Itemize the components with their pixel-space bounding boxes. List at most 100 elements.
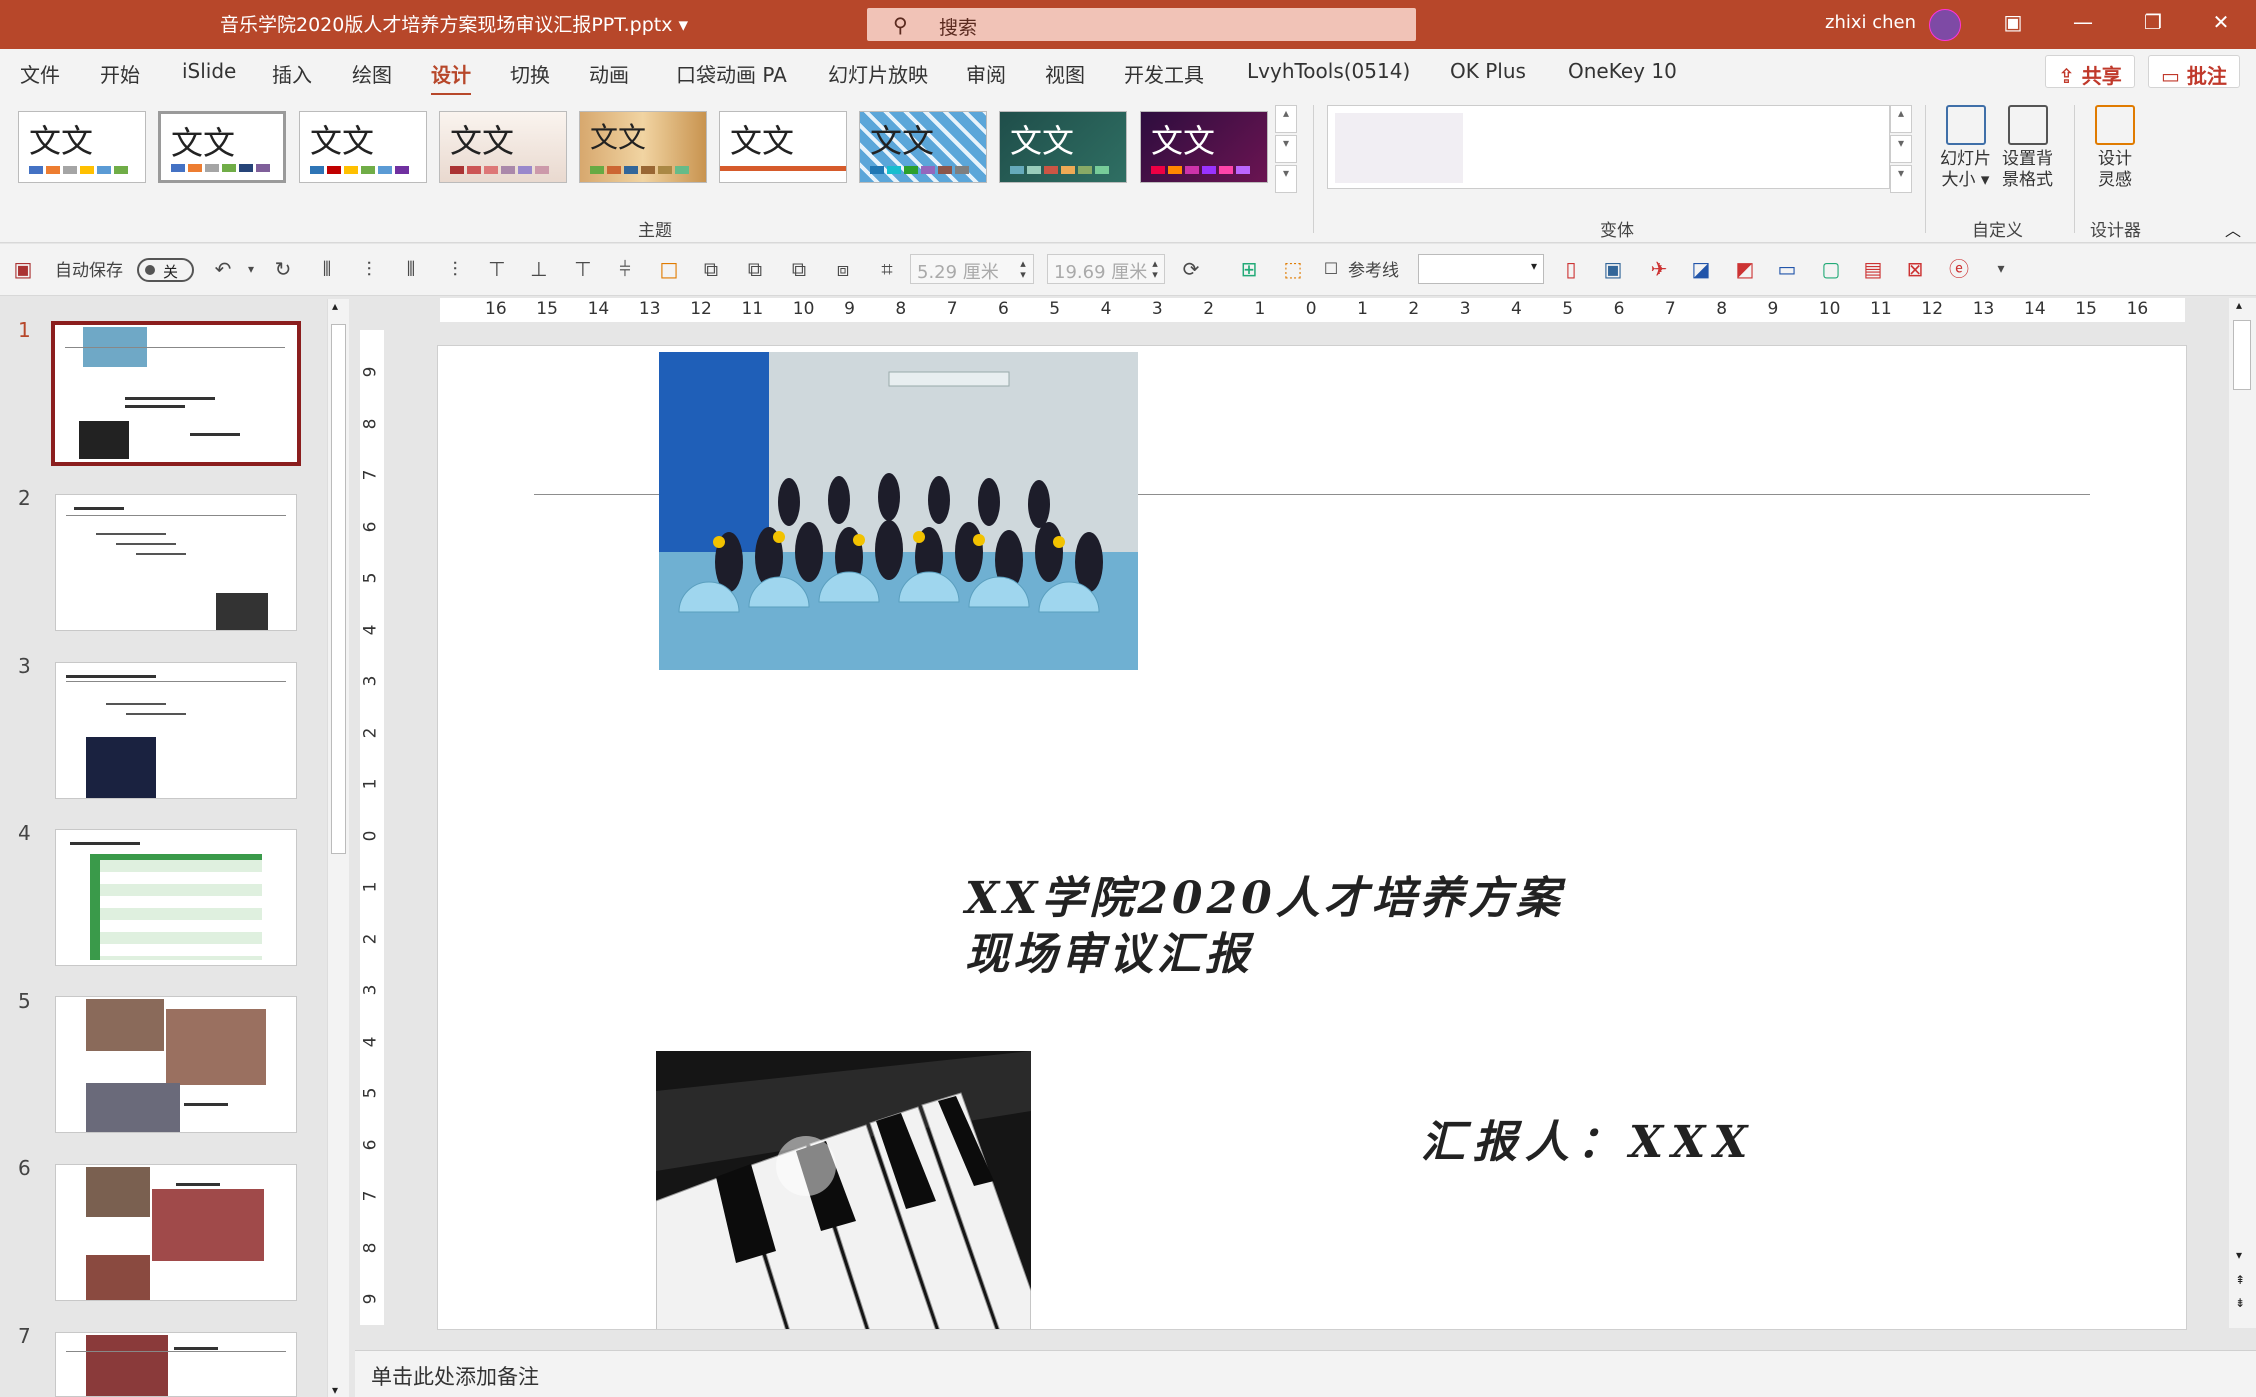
customize-toolbar-icon[interactable]: ▾ — [1990, 258, 2012, 280]
thumbnail-scrollbar[interactable]: ▴ ▾ — [327, 299, 349, 1397]
theme-pattern[interactable]: 文文 — [859, 111, 987, 183]
selection-pane-icon[interactable]: ⊞ — [1238, 258, 1260, 280]
editor-scrollbar[interactable]: ▴ ▾ ⇞ ⇟ — [2229, 298, 2256, 1328]
tab-review[interactable]: 审阅 — [966, 59, 1006, 88]
undo-icon[interactable]: ↶ — [212, 258, 234, 280]
picture-tool-icon[interactable]: ▣ — [1602, 258, 1624, 280]
crop-icon[interactable]: ⌗ — [876, 258, 898, 280]
tab-view[interactable]: 视图 — [1045, 59, 1085, 88]
tab-animations[interactable]: 动画 — [589, 59, 629, 88]
theme-ion[interactable]: 文文 — [439, 111, 567, 183]
slide-title[interactable]: XX学院2020人才培养方案 现场审议汇报 — [965, 871, 1564, 983]
align-center-icon[interactable]: ⫶ — [358, 258, 380, 280]
theme-facet[interactable]: 文文 — [299, 111, 427, 183]
slide-thumbnail-6[interactable] — [55, 1164, 297, 1301]
share-button[interactable]: ⇪ 共享 — [2045, 55, 2135, 88]
distribute-icon[interactable]: ⫶ — [444, 258, 466, 280]
theme-retrospect[interactable]: 文文 — [719, 111, 847, 183]
themes-scroll-up[interactable]: ▴ — [1275, 105, 1297, 133]
tab-design[interactable]: 设计 — [431, 59, 471, 96]
collapse-ribbon-icon[interactable]: ︿ — [2225, 217, 2241, 241]
scroll-down-icon[interactable]: ▾ — [332, 1383, 338, 1397]
comment-button[interactable]: ▭ 批注 — [2148, 55, 2240, 88]
themes-scroll-down[interactable]: ▾ — [1275, 135, 1297, 163]
theme-dark-teal[interactable]: 文文 — [999, 111, 1127, 183]
autosave-toggle[interactable]: 关 — [137, 258, 194, 282]
width-stepper-icon[interactable]: ▴ ▾ — [1012, 258, 1034, 280]
save-icon[interactable]: ▣ — [12, 258, 34, 280]
restore-icon[interactable]: ❐ — [2138, 10, 2168, 38]
ungroup-icon[interactable]: ⧈ — [832, 258, 854, 280]
send-backward-icon[interactable]: ⧉ — [744, 258, 766, 280]
tab-onekey[interactable]: OneKey 10 — [1568, 59, 1677, 83]
align-bottom-icon[interactable]: ⊤ — [572, 258, 594, 280]
variants-gallery[interactable] — [1327, 105, 1890, 189]
slide-tool-icon[interactable]: ▯ — [1560, 258, 1582, 280]
variant-thumbnail[interactable] — [1335, 113, 1463, 183]
piano-photo[interactable] — [656, 1051, 1031, 1329]
group-icon[interactable]: ⧉ — [788, 258, 810, 280]
scroll-up-icon[interactable]: ▴ — [2236, 298, 2242, 312]
scroll-down-icon[interactable]: ▾ — [2236, 1248, 2242, 1262]
document-title[interactable]: 音乐学院2020版人才培养方案现场审议汇报PPT.pptx ▾ — [220, 10, 688, 37]
tab-ok-plus[interactable]: OK Plus — [1450, 59, 1526, 83]
bar-chart-icon[interactable]: ⫩ — [614, 258, 636, 280]
tab-slideshow[interactable]: 幻灯片放映 — [828, 59, 928, 88]
rotate-icon[interactable]: ⟳ — [1180, 258, 1202, 280]
slide-thumbnail-1[interactable] — [51, 321, 301, 466]
scrollbar-thumb[interactable] — [331, 324, 346, 854]
previous-slide-icon[interactable]: ⇞ — [2235, 1273, 2245, 1287]
next-slide-icon[interactable]: ⇟ — [2235, 1296, 2245, 1310]
user-name[interactable]: zhixi chen — [1825, 12, 1916, 33]
bird-icon[interactable]: ✈ — [1648, 258, 1670, 280]
theme-current[interactable]: 文文 — [158, 111, 286, 183]
slide-thumbnail-2[interactable] — [55, 494, 297, 631]
tab-developer[interactable]: 开发工具 — [1124, 59, 1204, 88]
notes-pane[interactable]: 单击此处添加备注 — [355, 1350, 2256, 1397]
tab-islide[interactable]: iSlide — [182, 59, 236, 83]
slide-thumbnail-4[interactable] — [55, 829, 297, 966]
dance-photo[interactable] — [659, 352, 1138, 670]
redo-icon[interactable]: ↻ — [272, 258, 294, 280]
slide-thumbnail-5[interactable] — [55, 996, 297, 1133]
slide-size-button[interactable]: 幻灯片 大小 ▾ — [1940, 105, 1991, 191]
minimize-icon[interactable]: — — [2068, 10, 2098, 38]
bring-forward-icon[interactable]: ⧉ — [700, 258, 722, 280]
slide-thumbnail-3[interactable] — [55, 662, 297, 799]
reporter-text[interactable]: 汇报人：XXX — [1421, 1106, 1755, 1170]
format-background-button[interactable]: 设置背 景格式 — [2002, 105, 2053, 191]
tab-file[interactable]: 文件 — [20, 59, 60, 88]
tab-lvyhtools[interactable]: LvyhTools(0514) — [1247, 59, 1410, 83]
variants-scroll-up[interactable]: ▴ — [1890, 105, 1912, 133]
no-crop-icon[interactable]: ⊠ — [1904, 258, 1926, 280]
theme-wood[interactable]: 文文 — [579, 111, 707, 183]
select-objects-icon[interactable]: ⬚ — [1282, 258, 1304, 280]
variants-scroll-down[interactable]: ▾ — [1890, 135, 1912, 163]
frame-tool-icon[interactable]: ▢ — [1820, 258, 1842, 280]
avatar[interactable] — [1929, 9, 1961, 41]
theme-dark-purple[interactable]: 文文 — [1140, 111, 1268, 183]
tab-draw[interactable]: 绘图 — [352, 59, 392, 88]
slide-canvas[interactable]: XX学院2020人才培养方案 现场审议汇报 汇报人：XXX — [437, 345, 2187, 1330]
guides-checkbox[interactable]: ☐ — [1320, 258, 1342, 280]
tab-insert[interactable]: 插入 — [272, 59, 312, 88]
align-right-icon[interactable]: ⫴ — [400, 258, 422, 280]
table-tool-icon[interactable]: ▤ — [1862, 258, 1884, 280]
scroll-up-icon[interactable]: ▴ — [332, 299, 338, 313]
layers-icon[interactable]: ◪ — [1690, 258, 1712, 280]
variants-more[interactable]: ▾ — [1890, 165, 1912, 193]
align-top-icon[interactable]: ⊤ — [486, 258, 508, 280]
shape-outline-icon[interactable]: □ — [658, 258, 680, 280]
align-middle-icon[interactable]: ⊥ — [528, 258, 550, 280]
design-ideas-button[interactable]: 设计 灵感 — [2095, 105, 2135, 191]
tab-pocket-animation[interactable]: 口袋动画 PA — [676, 59, 787, 88]
align-left-icon[interactable]: ⫴ — [316, 258, 338, 280]
theme-office[interactable]: 文文 — [18, 111, 146, 183]
tab-transitions[interactable]: 切换 — [510, 59, 550, 88]
undo-dropdown-icon[interactable]: ▾ — [240, 258, 262, 280]
ruler-tool-icon[interactable]: ▭ — [1776, 258, 1798, 280]
excel-icon[interactable]: ⓔ — [1948, 258, 1970, 280]
style-combo-box[interactable]: ▾ — [1418, 254, 1544, 284]
close-icon[interactable]: ✕ — [2206, 10, 2236, 38]
height-stepper-icon[interactable]: ▴ ▾ — [1144, 258, 1166, 280]
